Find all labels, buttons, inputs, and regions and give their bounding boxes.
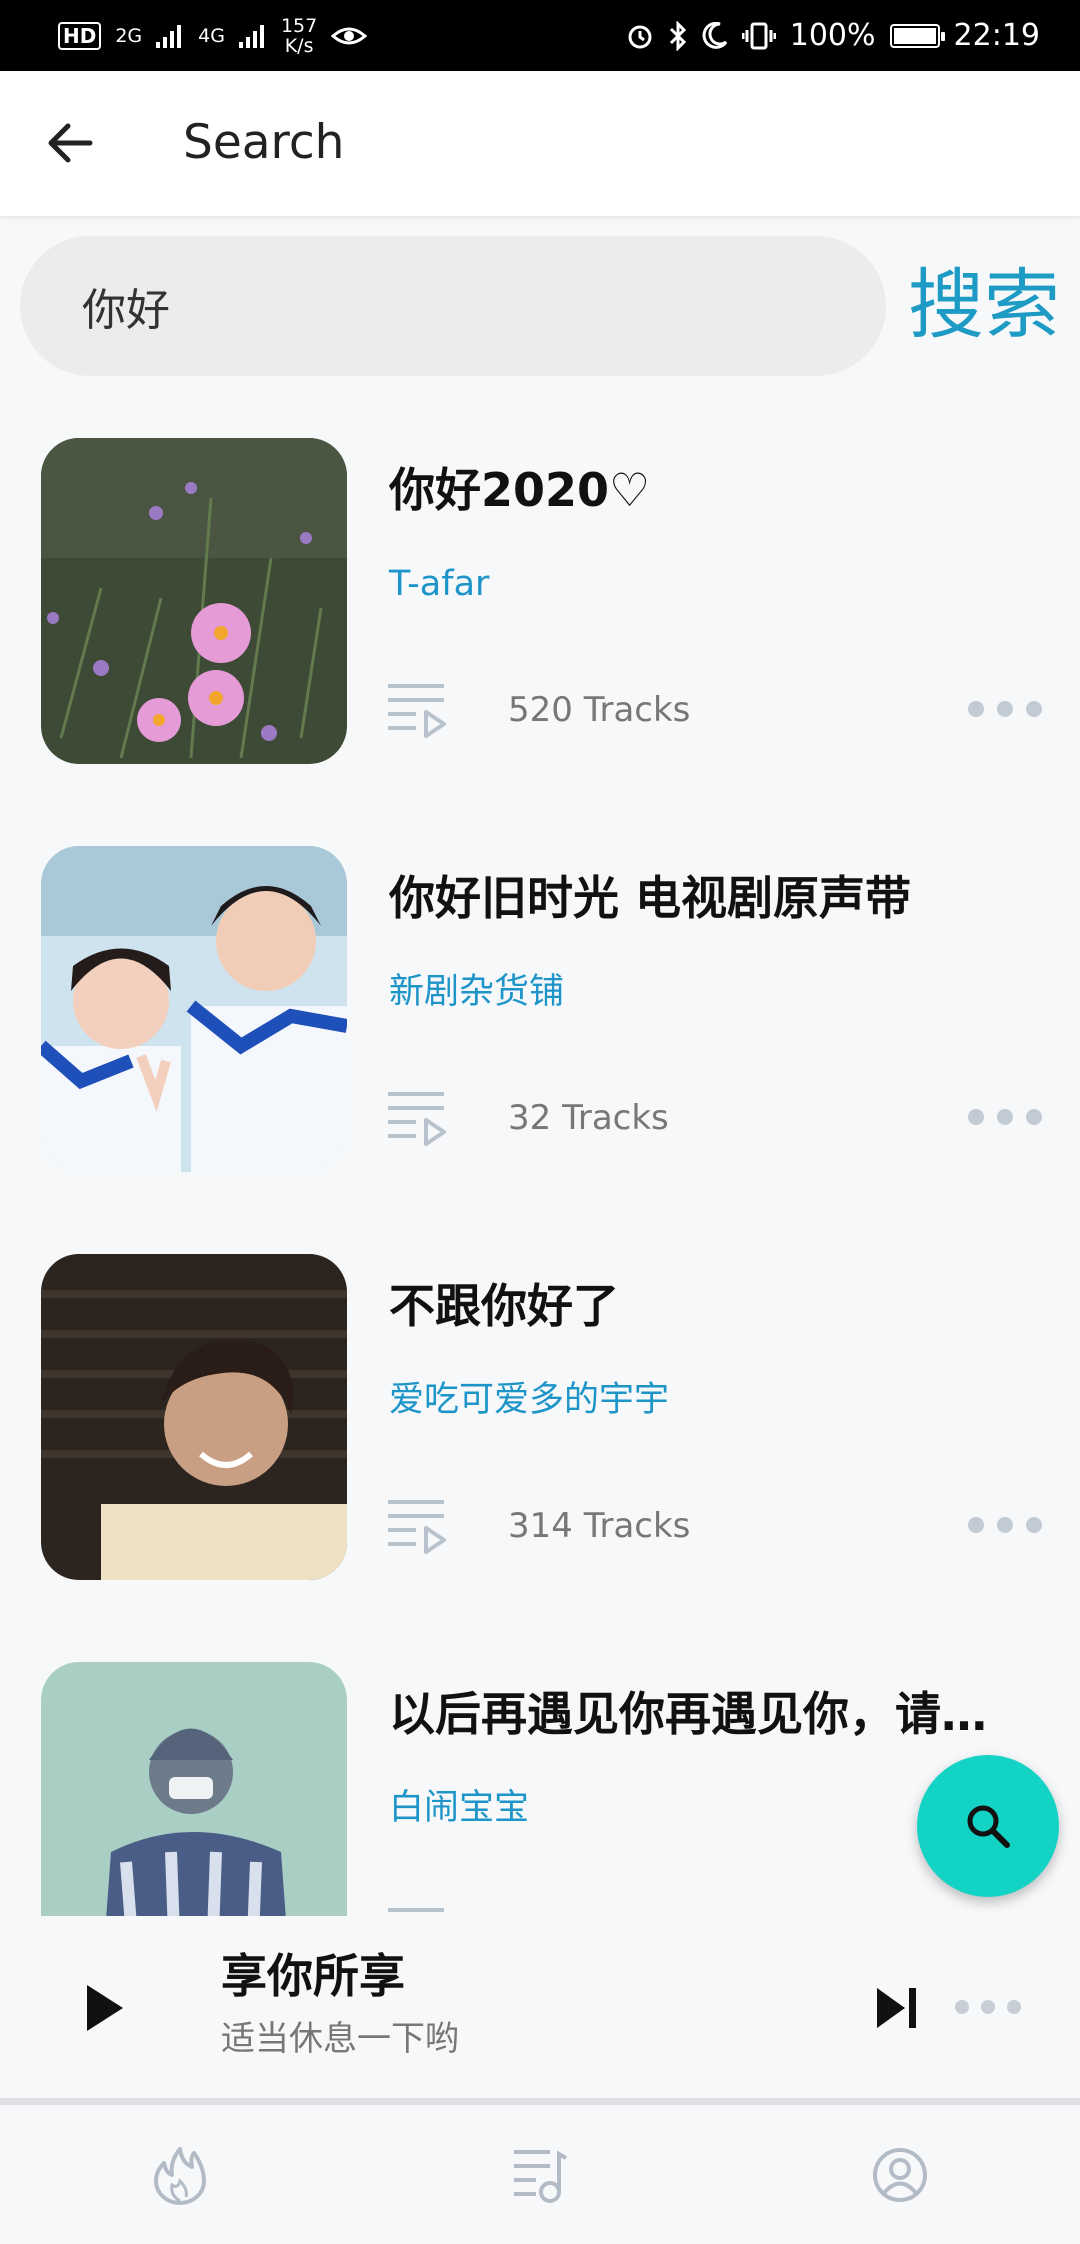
net-speed-value: 157 xyxy=(280,14,318,37)
back-button[interactable] xyxy=(40,113,100,173)
profile-icon xyxy=(873,2148,927,2202)
playlist-icon xyxy=(514,2150,567,2203)
play-button[interactable] xyxy=(72,1972,136,2044)
dot xyxy=(981,2000,995,2014)
search-input[interactable] xyxy=(20,236,886,376)
player-more-button[interactable] xyxy=(955,1992,1021,2022)
divider xyxy=(0,2098,1080,2105)
dot xyxy=(1026,701,1042,717)
dot xyxy=(997,701,1013,717)
next-button[interactable] xyxy=(872,1978,922,2038)
eye-icon xyxy=(331,27,368,44)
playlist-title[interactable]: 你好2020♡ xyxy=(389,460,1029,520)
now-playing-subtitle: 适当休息一下哟 xyxy=(221,2019,459,2059)
battery-icon xyxy=(889,23,945,48)
playlist-author[interactable]: T-afar xyxy=(389,560,489,608)
app-bar: Search xyxy=(0,71,1080,216)
playlist-cover[interactable] xyxy=(41,1662,347,1916)
page-title: Search xyxy=(183,115,345,170)
track-count: 314 Tracks xyxy=(508,1506,691,1546)
list-item[interactable]: 你好2020♡ T-afar 520 Tracks xyxy=(0,410,1080,818)
bluetooth-icon xyxy=(669,20,686,51)
playlist-author[interactable]: 白闹宝宝 xyxy=(389,1784,529,1832)
now-playing-title: 享你所享 xyxy=(221,1949,405,2003)
dot xyxy=(997,1517,1013,1533)
signal-2-label: 4G xyxy=(198,24,225,47)
status-left: HD 2G 4G 157 K/s xyxy=(58,16,368,56)
list-item[interactable]: 你好旧时光 电视剧原声带 新剧杂货铺 32 Tracks xyxy=(0,818,1080,1226)
mini-player[interactable]: 享你所享 适当休息一下哟 xyxy=(0,1916,1080,2098)
more-options-button[interactable] xyxy=(968,1508,1042,1542)
playlist-title[interactable]: 以后再遇见你再遇见你，请你... xyxy=(389,1684,1029,1744)
flame-icon xyxy=(154,2147,206,2205)
track-count: 520 Tracks xyxy=(508,690,691,730)
results-list[interactable]: 你好2020♡ T-afar 520 Tracks 你好旧时光 电视剧原声带 新… xyxy=(0,410,1080,1916)
dot xyxy=(1026,1109,1042,1125)
skip-next-icon xyxy=(877,1988,916,2028)
list-item[interactable]: 不跟你好了 爱吃可爱多的宇宇 314 Tracks xyxy=(0,1226,1080,1634)
status-right: 100% 22:19 xyxy=(626,18,1040,53)
bottom-nav xyxy=(0,2105,1080,2244)
alarm-icon xyxy=(628,25,652,48)
search-fab[interactable] xyxy=(917,1755,1059,1897)
more-icon xyxy=(968,1109,984,1125)
pink-cosmos-flowers-image xyxy=(41,438,347,764)
battery-percent: 100% xyxy=(789,18,876,53)
nav-hot[interactable] xyxy=(140,2137,220,2213)
playlist-title[interactable]: 不跟你好了 xyxy=(389,1276,1029,1336)
clock: 22:19 xyxy=(953,18,1040,53)
play-icon xyxy=(87,1985,123,2031)
search-button[interactable]: 搜索 xyxy=(904,255,1064,355)
nav-profile[interactable] xyxy=(860,2137,940,2213)
status-bar: HD 2G 4G 157 K/s 100% 22:19 xyxy=(0,0,1080,71)
arrow-left-icon xyxy=(48,123,93,163)
vibrate-icon xyxy=(741,22,776,49)
more-icon xyxy=(955,2000,969,2014)
battery-level xyxy=(893,27,936,44)
playlist-play-icon xyxy=(388,684,446,738)
playlist-author[interactable]: 新剧杂货铺 xyxy=(389,968,564,1016)
signal-bars-icon xyxy=(156,24,182,48)
net-speed-unit: K/s xyxy=(284,34,314,57)
signal-1-label: 2G xyxy=(115,24,143,47)
masked-person-illustration-image xyxy=(41,1662,347,1916)
search-icon xyxy=(967,1805,1010,1848)
playlist-play-icon xyxy=(388,1908,444,1912)
dot xyxy=(997,1109,1013,1125)
playlist-cover[interactable] xyxy=(41,1254,347,1580)
playlist-title[interactable]: 你好旧时光 电视剧原声带 xyxy=(389,868,1029,928)
list-item[interactable]: 以后再遇见你再遇见你，请你... 白闹宝宝 xyxy=(0,1634,1080,1916)
moon-icon xyxy=(702,21,727,49)
playlist-play-icon xyxy=(388,1092,446,1146)
playlist-cover[interactable] xyxy=(41,846,347,1172)
signal-bars-icon xyxy=(238,24,264,48)
dot xyxy=(1026,1517,1042,1533)
two-students-photo-image xyxy=(41,846,347,1172)
more-icon xyxy=(968,1517,984,1533)
playlist-author[interactable]: 爱吃可爱多的宇宇 xyxy=(389,1376,669,1424)
nav-playlist[interactable] xyxy=(500,2137,580,2213)
more-options-button[interactable] xyxy=(968,692,1042,726)
smiling-man-photo-image xyxy=(41,1254,347,1580)
track-count: 32 Tracks xyxy=(508,1098,669,1138)
hd-badge: HD xyxy=(58,21,102,50)
more-icon xyxy=(968,701,984,717)
playlist-cover[interactable] xyxy=(41,438,347,764)
playlist-play-icon xyxy=(388,1500,446,1554)
dot xyxy=(1007,2000,1021,2014)
more-options-button[interactable] xyxy=(968,1100,1042,1134)
net-speed: 157 K/s xyxy=(281,16,317,56)
